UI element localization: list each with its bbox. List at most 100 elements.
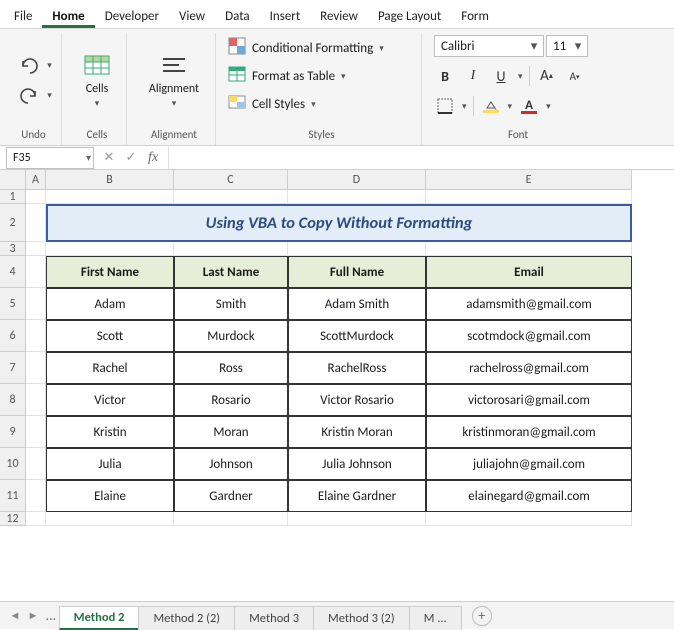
conditional-formatting-button[interactable]: Conditional Formatting ▾ bbox=[228, 35, 384, 61]
table-cell[interactable]: Victor Rosario bbox=[288, 384, 426, 416]
undo-icon[interactable] bbox=[15, 52, 43, 80]
borders-button[interactable] bbox=[434, 95, 456, 117]
row-header[interactable]: 5 bbox=[0, 288, 26, 320]
col-header[interactable]: D bbox=[288, 170, 426, 190]
table-cell[interactable]: Rosario bbox=[174, 384, 288, 416]
fill-color-button[interactable] bbox=[480, 95, 502, 117]
cell[interactable] bbox=[426, 512, 632, 526]
table-cell[interactable]: Victor bbox=[46, 384, 174, 416]
table-cell[interactable]: rachelross@gmail.com bbox=[426, 352, 632, 384]
cells-button[interactable]: Cells ▾ bbox=[74, 48, 120, 114]
table-cell[interactable]: Elaine bbox=[46, 480, 174, 512]
cell[interactable] bbox=[174, 512, 288, 526]
sheet-tab[interactable]: Method 2 bbox=[59, 606, 140, 630]
cell[interactable] bbox=[288, 242, 426, 256]
cell[interactable] bbox=[26, 512, 46, 526]
cell[interactable] bbox=[26, 242, 46, 256]
cell[interactable] bbox=[174, 190, 288, 204]
chevron-down-icon[interactable]: ▾ bbox=[462, 101, 467, 112]
chevron-down-icon[interactable]: ▾ bbox=[508, 101, 513, 112]
table-cell[interactable]: elainegard@gmail.com bbox=[426, 480, 632, 512]
cell[interactable] bbox=[26, 416, 46, 448]
col-header[interactable]: B bbox=[46, 170, 174, 190]
chevron-down-icon[interactable]: ▾ bbox=[518, 71, 523, 82]
cell[interactable] bbox=[46, 190, 174, 204]
table-head[interactable]: First Name bbox=[46, 256, 174, 288]
enter-formula-button[interactable]: ✓ bbox=[120, 147, 142, 169]
table-cell[interactable]: Murdock bbox=[174, 320, 288, 352]
cell[interactable] bbox=[288, 190, 426, 204]
table-cell[interactable]: scotmdock@gmail.com bbox=[426, 320, 632, 352]
table-cell[interactable]: Moran bbox=[174, 416, 288, 448]
row-header[interactable]: 1 bbox=[0, 190, 26, 204]
menu-home[interactable]: Home bbox=[42, 5, 94, 28]
fx-button[interactable]: fx bbox=[142, 147, 164, 169]
cell[interactable] bbox=[26, 352, 46, 384]
table-cell[interactable]: Johnson bbox=[174, 448, 288, 480]
col-header[interactable]: E bbox=[426, 170, 632, 190]
format-as-table-button[interactable]: Format as Table ▾ bbox=[228, 63, 346, 89]
cell[interactable] bbox=[26, 190, 46, 204]
cell[interactable] bbox=[26, 480, 46, 512]
sheet-tab[interactable]: M ... bbox=[409, 606, 462, 630]
alignment-button[interactable]: Alignment ▾ bbox=[139, 48, 209, 114]
bold-button[interactable]: B bbox=[434, 65, 456, 87]
row-header[interactable]: 7 bbox=[0, 352, 26, 384]
table-cell[interactable]: Ross bbox=[174, 352, 288, 384]
table-cell[interactable]: Adam bbox=[46, 288, 174, 320]
cell[interactable] bbox=[288, 512, 426, 526]
table-cell[interactable]: Kristin Moran bbox=[288, 416, 426, 448]
redo-icon[interactable] bbox=[15, 82, 43, 110]
table-cell[interactable]: RachelRoss bbox=[288, 352, 426, 384]
table-cell[interactable]: kristinmoran@gmail.com bbox=[426, 416, 632, 448]
cell[interactable] bbox=[26, 384, 46, 416]
table-cell[interactable]: victorosari@gmail.com bbox=[426, 384, 632, 416]
table-cell[interactable]: Rachel bbox=[46, 352, 174, 384]
select-all-corner[interactable] bbox=[0, 170, 26, 190]
font-color-button[interactable]: A bbox=[518, 95, 540, 117]
table-cell[interactable]: adamsmith@gmail.com bbox=[426, 288, 632, 320]
sheet-tab[interactable]: Method 3 bbox=[234, 606, 314, 630]
cell-styles-button[interactable]: Cell Styles ▾ bbox=[228, 91, 316, 117]
table-cell[interactable]: Gardner bbox=[174, 480, 288, 512]
cell[interactable] bbox=[46, 242, 174, 256]
table-cell[interactable]: juliajohn@gmail.com bbox=[426, 448, 632, 480]
menu-view[interactable]: View bbox=[169, 5, 215, 28]
row-header[interactable]: 2 bbox=[0, 204, 26, 242]
table-head[interactable]: Email bbox=[426, 256, 632, 288]
font-name-combo[interactable]: Calibri ▾ bbox=[434, 35, 544, 57]
col-header[interactable]: C bbox=[174, 170, 288, 190]
row-header[interactable]: 9 bbox=[0, 416, 26, 448]
title-cell[interactable]: Using VBA to Copy Without Formatting bbox=[46, 204, 632, 242]
chevron-down-icon[interactable]: ▾ bbox=[47, 90, 52, 101]
table-cell[interactable]: Kristin bbox=[46, 416, 174, 448]
tab-overflow[interactable]: … bbox=[42, 607, 60, 624]
cell[interactable] bbox=[426, 190, 632, 204]
cancel-formula-button[interactable]: ✕ bbox=[98, 147, 120, 169]
table-cell[interactable]: Julia bbox=[46, 448, 174, 480]
cell[interactable] bbox=[26, 288, 46, 320]
table-cell[interactable]: Scott bbox=[46, 320, 174, 352]
row-header[interactable]: 10 bbox=[0, 448, 26, 480]
cell[interactable] bbox=[46, 512, 174, 526]
name-box[interactable]: F35 ▾ bbox=[6, 147, 94, 169]
font-size-combo[interactable]: 11 ▾ bbox=[546, 35, 588, 57]
cell[interactable] bbox=[26, 320, 46, 352]
tab-nav-prev[interactable]: ◄ bbox=[6, 606, 24, 626]
table-head[interactable]: Last Name bbox=[174, 256, 288, 288]
row-header[interactable]: 8 bbox=[0, 384, 26, 416]
row-header[interactable]: 11 bbox=[0, 480, 26, 512]
grow-font-button[interactable]: A▴ bbox=[536, 65, 558, 87]
new-sheet-button[interactable]: + bbox=[472, 606, 492, 626]
underline-button[interactable]: U bbox=[490, 65, 512, 87]
col-header[interactable]: A bbox=[26, 170, 46, 190]
italic-button[interactable]: I bbox=[462, 65, 484, 87]
chevron-down-icon[interactable]: ▾ bbox=[546, 101, 551, 112]
row-header[interactable]: 12 bbox=[0, 512, 26, 526]
chevron-down-icon[interactable]: ▾ bbox=[47, 60, 52, 71]
worksheet-grid[interactable]: A B C D E 1 2 Using VBA to Copy Without … bbox=[0, 170, 674, 526]
sheet-tab[interactable]: Method 2 (2) bbox=[138, 606, 235, 630]
table-head[interactable]: Full Name bbox=[288, 256, 426, 288]
row-header[interactable]: 6 bbox=[0, 320, 26, 352]
menu-data[interactable]: Data bbox=[215, 5, 260, 28]
